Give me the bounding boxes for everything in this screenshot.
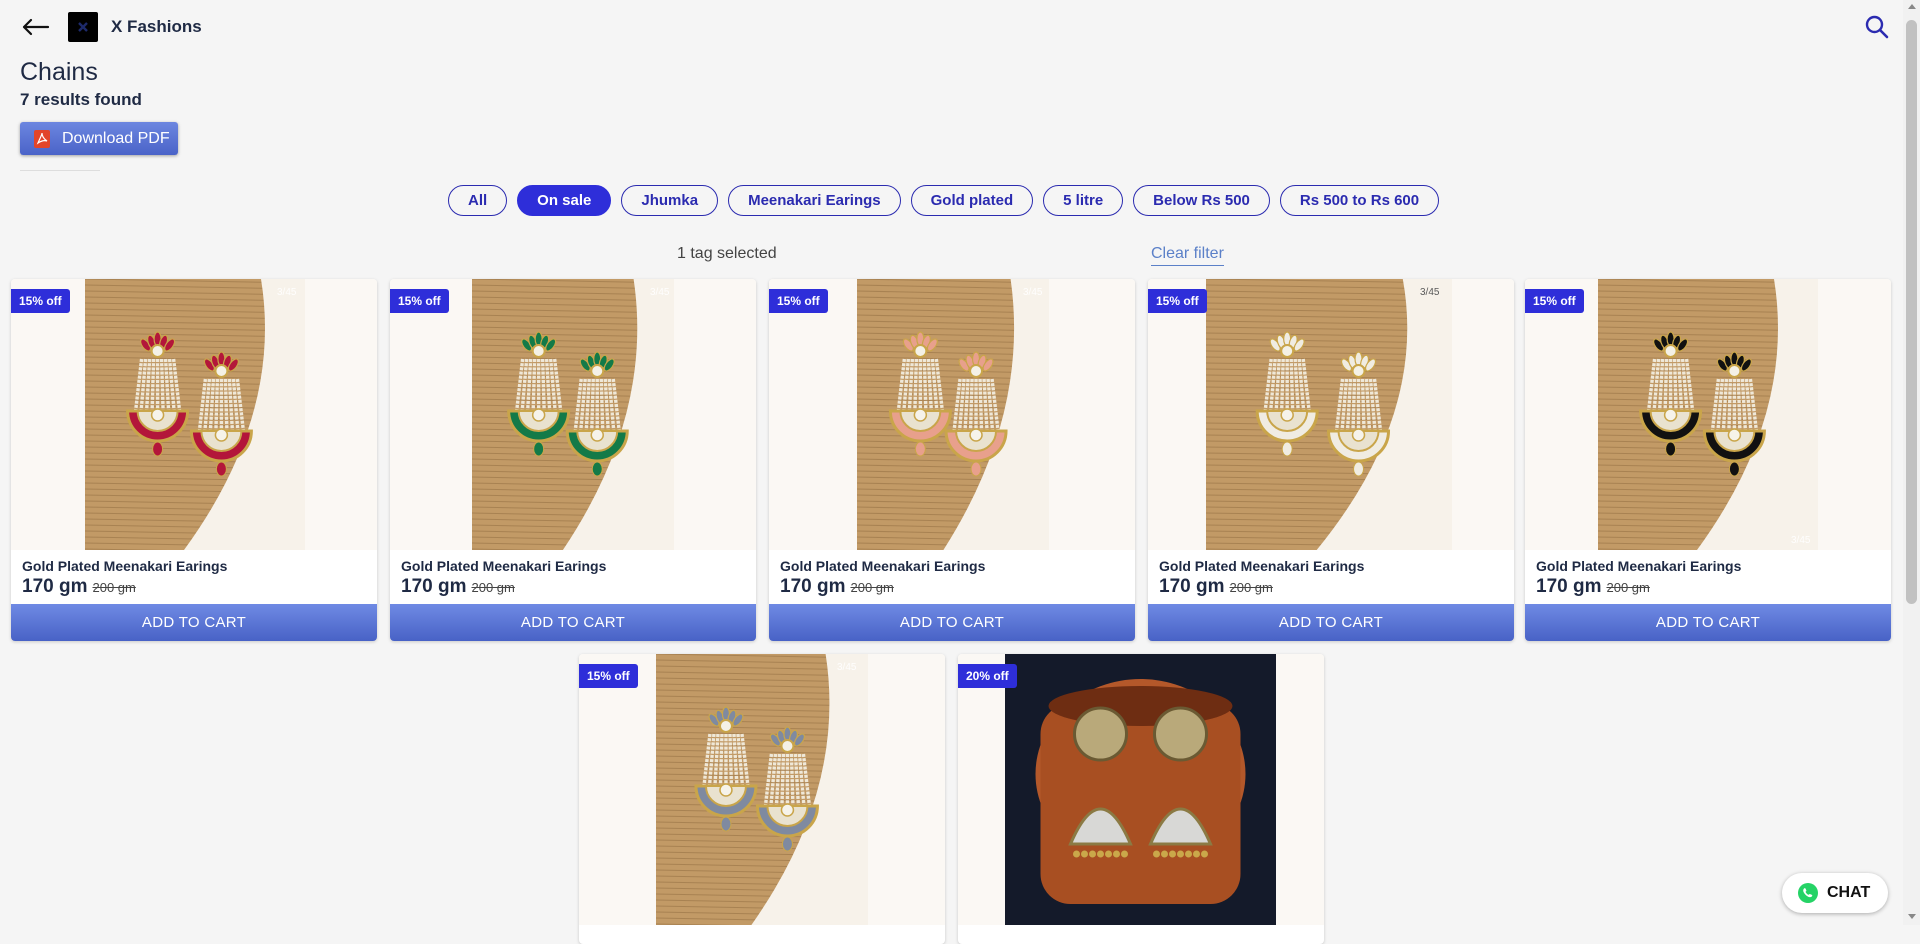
add-to-cart-button[interactable]: ADD TO CART	[1148, 604, 1514, 641]
original-price: 200 gm	[471, 580, 515, 595]
image-counter: 3/45	[277, 287, 297, 298]
discount-badge: 15% off	[579, 664, 638, 688]
product-price: 170 gm 200 gm	[1536, 576, 1650, 598]
product-price: 170 gm 200 gm	[22, 576, 136, 598]
download-pdf-button[interactable]: Download PDF	[20, 122, 178, 155]
discount-badge: 15% off	[1148, 289, 1207, 313]
current-price: 170 gm	[780, 576, 846, 597]
product-image[interactable]	[1525, 279, 1891, 550]
product-image[interactable]	[579, 654, 945, 925]
brand-logo[interactable]	[68, 12, 98, 42]
scrollbar-thumb[interactable]	[1906, 20, 1917, 604]
product-card[interactable]: 15% off 3/45 Gold Plated Meenakari Earin…	[769, 279, 1135, 641]
product-photo	[1598, 279, 1818, 550]
original-price: 200 gm	[1606, 580, 1650, 595]
tag-gold-plated[interactable]: Gold plated	[910, 185, 1034, 216]
image-counter: 3/45	[1023, 287, 1043, 298]
original-price: 200 gm	[92, 580, 136, 595]
product-photo	[857, 279, 1049, 550]
image-counter: 3/45	[1791, 535, 1811, 546]
search-icon[interactable]	[1864, 14, 1890, 40]
current-price: 170 gm	[1536, 576, 1602, 597]
product-image[interactable]	[11, 279, 377, 550]
add-to-cart-button[interactable]: ADD TO CART	[769, 604, 1135, 641]
product-photo	[1206, 279, 1452, 550]
product-name[interactable]: Gold Plated Meenakari Earings	[22, 558, 227, 574]
tag-below-rs-500[interactable]: Below Rs 500	[1133, 185, 1270, 216]
product-price: 170 gm 200 gm	[401, 576, 515, 598]
product-card[interactable]: 20% off	[958, 654, 1324, 944]
image-counter: 3/45	[1420, 287, 1440, 298]
discount-badge: 20% off	[958, 664, 1017, 688]
discount-badge: 15% off	[1525, 289, 1584, 313]
chat-button[interactable]: CHAT	[1782, 873, 1888, 913]
brand-name[interactable]: X Fashions	[111, 17, 202, 37]
download-pdf-label: Download PDF	[62, 129, 170, 147]
tag-on-sale[interactable]: On sale	[517, 185, 612, 216]
product-price: 170 gm 200 gm	[780, 576, 894, 598]
scroll-down-arrow[interactable]	[1908, 914, 1916, 919]
tag-rs-500-to-600[interactable]: Rs 500 to Rs 600	[1279, 185, 1440, 216]
current-price: 170 gm	[401, 576, 467, 597]
scroll-up-arrow[interactable]	[1908, 4, 1916, 9]
product-image[interactable]	[1148, 279, 1514, 550]
clear-filter-link[interactable]: Clear filter	[1151, 245, 1224, 266]
product-photo	[472, 279, 674, 550]
page-title: Chains	[20, 58, 98, 86]
tag-all[interactable]: All	[448, 185, 508, 216]
discount-badge: 15% off	[11, 289, 70, 313]
image-counter: 3/45	[837, 662, 857, 673]
tag-jhumka[interactable]: Jhumka	[621, 185, 719, 216]
current-price: 170 gm	[22, 576, 88, 597]
add-to-cart-button[interactable]: ADD TO CART	[11, 604, 377, 641]
divider	[20, 170, 100, 171]
product-name[interactable]: Gold Plated Meenakari Earings	[1159, 558, 1364, 574]
product-name[interactable]: Gold Plated Meenakari Earings	[1536, 558, 1741, 574]
product-image[interactable]	[958, 654, 1324, 925]
original-price: 200 gm	[850, 580, 894, 595]
tag-filter-bar: All On sale Jhumka Meenakari Earings Gol…	[448, 185, 1440, 216]
product-card[interactable]: 15% off 3/45 Gold Plated Meenakari Earin…	[1148, 279, 1514, 641]
current-price: 170 gm	[1159, 576, 1225, 597]
discount-badge: 15% off	[769, 289, 828, 313]
product-card[interactable]: 15% off 3/45 Gold Plated Meenakari Earin…	[11, 279, 377, 641]
product-card[interactable]: 15% off 3/45	[579, 654, 945, 944]
product-card[interactable]: 15% off 3/45 Gold Plated Meenakari Earin…	[390, 279, 756, 641]
tag-5-litre[interactable]: 5 litre	[1043, 185, 1124, 216]
product-name[interactable]: Gold Plated Meenakari Earings	[780, 558, 985, 574]
pdf-icon	[34, 129, 50, 148]
page-scrollbar[interactable]	[1903, 0, 1920, 925]
discount-badge: 15% off	[390, 289, 449, 313]
product-image[interactable]	[769, 279, 1135, 550]
selected-tag-count: 1 tag selected	[677, 245, 777, 262]
chat-label: CHAT	[1827, 884, 1871, 901]
product-photo	[85, 279, 305, 550]
product-name[interactable]: Gold Plated Meenakari Earings	[401, 558, 606, 574]
tag-meenakari-earings[interactable]: Meenakari Earings	[728, 185, 901, 216]
add-to-cart-button[interactable]: ADD TO CART	[390, 604, 756, 641]
product-photo	[1005, 654, 1276, 925]
add-to-cart-button[interactable]: ADD TO CART	[1525, 604, 1891, 641]
product-price: 170 gm 200 gm	[1159, 576, 1273, 598]
original-price: 200 gm	[1229, 580, 1273, 595]
product-image[interactable]	[390, 279, 756, 550]
image-counter: 3/45	[650, 287, 670, 298]
whatsapp-icon	[1798, 883, 1818, 903]
back-arrow-icon[interactable]	[20, 15, 50, 39]
product-card[interactable]: 15% off 3/45 Gold Plated Meenakari Earin…	[1525, 279, 1891, 641]
results-count: 7 results found	[20, 90, 142, 109]
product-photo	[656, 654, 868, 925]
